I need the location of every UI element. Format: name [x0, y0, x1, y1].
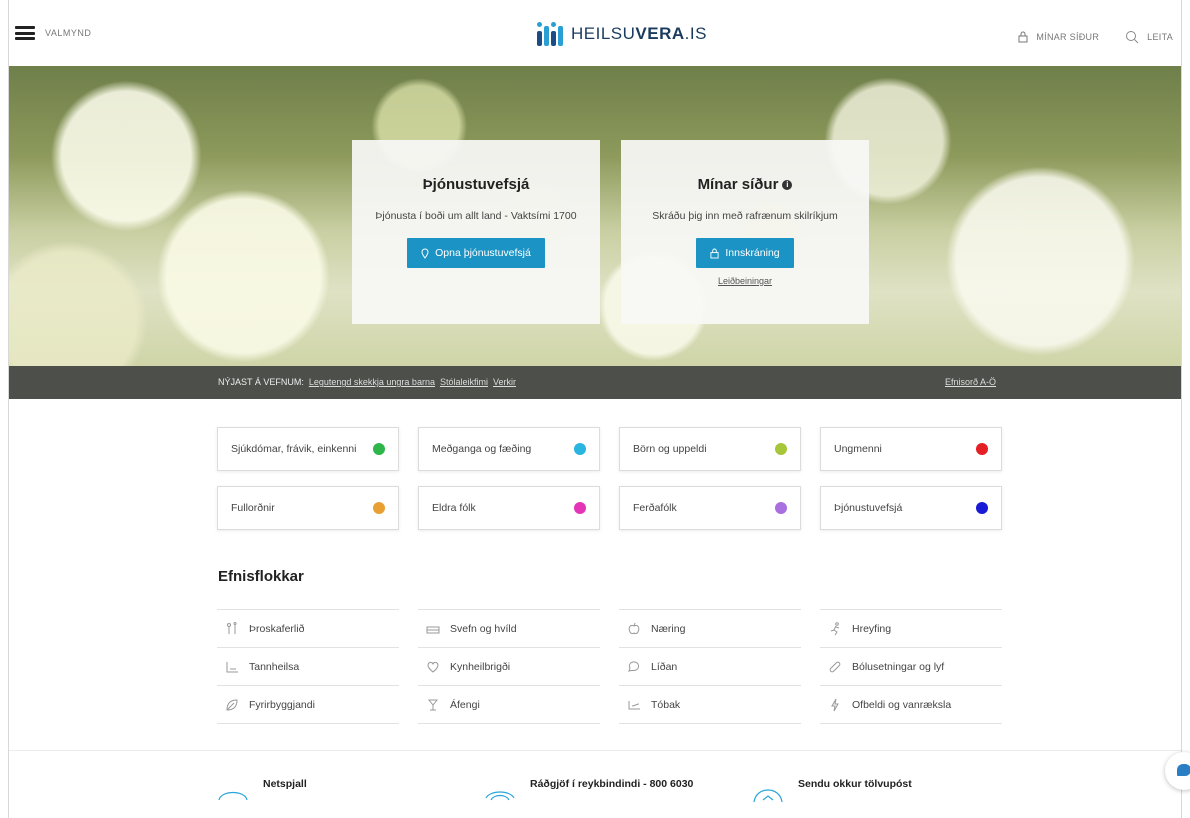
category-dot: [574, 502, 586, 514]
category-children[interactable]: Börn og uppeldi: [619, 427, 801, 471]
topic-alcohol[interactable]: Áfengi: [418, 685, 600, 724]
topic-sexual-health[interactable]: Kynheilbrigði: [418, 647, 600, 685]
news-link-pain[interactable]: Verkir: [493, 377, 516, 387]
category-dot: [373, 443, 385, 455]
topic-dental[interactable]: Tannheilsa: [217, 647, 399, 685]
email-icon: [753, 789, 783, 802]
instructions-link[interactable]: Leiðbeiningar: [621, 276, 869, 286]
glass-icon: [427, 699, 439, 710]
news-bar: NÝJAST Á VEFNUM: Legutengd skekkja ungra…: [9, 366, 1181, 399]
service-map-title: Þjónustuvefsjá: [422, 176, 530, 193]
lock-icon: [1018, 31, 1028, 43]
news-label: NÝJAST Á VEFNUM:: [218, 377, 304, 387]
category-dot: [775, 443, 787, 455]
category-dot: [976, 502, 988, 514]
category-dot: [574, 443, 586, 455]
cigarette-icon: [628, 700, 640, 709]
login-button[interactable]: Innskráning: [696, 238, 794, 268]
category-dot: [775, 502, 787, 514]
menu-button[interactable]: VALMYND: [15, 26, 91, 40]
category-service-map[interactable]: Þjónustuvefsjá: [820, 486, 1002, 530]
topic-exercise[interactable]: Hreyfing: [820, 609, 1002, 647]
my-pages-card: Mínar síður i Skráðu þig inn með rafrænum…: [621, 140, 869, 324]
page-frame-right: [1181, 0, 1190, 818]
category-diseases[interactable]: Sjúkdómar, frávik, einkenni: [217, 427, 399, 471]
contact-email[interactable]: Sendu okkur tölvupóst: [752, 778, 912, 802]
contact-smoking-hotline-label: Ráðgjöf í reykbindindi - 800 6030: [530, 778, 694, 790]
category-dot: [373, 502, 385, 514]
category-grid: Sjúkdómar, frávik, einkenni Meðganga og …: [217, 427, 1003, 530]
heart-icon: [427, 661, 439, 673]
logo-text: HEILSUVERA.IS: [571, 24, 707, 43]
category-elderly[interactable]: Eldra fólk: [418, 486, 600, 530]
lock-icon: [710, 248, 719, 258]
topic-development[interactable]: Þroskaferlið: [217, 609, 399, 647]
info-icon[interactable]: i: [782, 180, 793, 191]
chat-widget-button[interactable]: [1165, 752, 1190, 790]
contact-email-label: Sendu okkur tölvupóst: [798, 778, 912, 790]
lightning-icon: [831, 698, 839, 711]
topic-tobacco[interactable]: Tóbak: [619, 685, 801, 724]
category-youth[interactable]: Ungmenni: [820, 427, 1002, 471]
leaf-icon: [226, 698, 238, 711]
pill-icon: [829, 661, 841, 672]
chat-bubble-icon: [1177, 764, 1190, 776]
topic-prevention[interactable]: Fyrirbyggjandi: [217, 685, 399, 724]
running-icon: [830, 621, 840, 635]
contact-chat-label: Netspjall: [263, 778, 307, 790]
search-link[interactable]: LEITA: [1125, 30, 1173, 44]
open-service-map-button[interactable]: Opna þjónustuvefsjá: [407, 238, 545, 268]
footer-divider: [9, 750, 1181, 751]
topics-list: Þroskaferlið Svefn og hvíld Næring Hreyf…: [217, 609, 1003, 724]
apple-icon: [628, 622, 640, 634]
chat-icon: [218, 791, 248, 801]
hero-banner: Þjónustuvefsjá Þjónusta í boði um allt l…: [9, 66, 1181, 366]
contact-smoking-hotline[interactable]: Ráðgjöf í reykbindindi - 800 6030: [484, 778, 693, 802]
topic-violence[interactable]: Ofbeldi og vanræksla: [820, 685, 1002, 724]
bed-icon: [426, 626, 440, 633]
phone-icon: [485, 791, 515, 801]
service-map-text: Þjónusta í boði um allt land - Vaktsími …: [375, 210, 577, 222]
topics-a-z-link[interactable]: Efnisorð A-Ö: [945, 377, 996, 387]
site-header: VALMYND HEILSUVERA.IS MÍNAR SÍÐUR LEITA: [9, 0, 1181, 66]
speech-icon: [628, 660, 639, 672]
my-pages-link[interactable]: MÍNAR SÍÐUR: [1018, 31, 1099, 43]
search-icon: [1126, 31, 1139, 44]
category-travellers[interactable]: Ferðafólk: [619, 486, 801, 530]
topics-title: Efnisflokkar: [218, 568, 304, 585]
hamburger-icon: [15, 26, 35, 40]
growth-icon: [227, 621, 237, 634]
service-map-card: Þjónustuvefsjá Þjónusta í boði um allt l…: [352, 140, 600, 324]
tooth-icon: [226, 661, 238, 672]
category-adults[interactable]: Fullorðnir: [217, 486, 399, 530]
news-link-plagiocephaly[interactable]: Legutengd skekkja ungra barna: [309, 377, 435, 387]
category-pregnancy[interactable]: Meðganga og fæðing: [418, 427, 600, 471]
topic-wellbeing[interactable]: Líðan: [619, 647, 801, 685]
menu-label: VALMYND: [45, 28, 92, 38]
my-pages-title: Mínar síður i: [621, 176, 869, 193]
logo-icon: [537, 22, 565, 46]
topic-vaccines[interactable]: Bólusetningar og lyf: [820, 647, 1002, 685]
topic-sleep[interactable]: Svefn og hvíld: [418, 609, 600, 647]
page-frame-left: [0, 0, 9, 818]
topic-nutrition[interactable]: Næring: [619, 609, 801, 647]
my-pages-label: MÍNAR SÍÐUR: [1036, 32, 1100, 42]
search-label: LEITA: [1147, 32, 1173, 42]
location-pin-icon: [421, 247, 429, 259]
site-logo[interactable]: HEILSUVERA.IS: [537, 22, 707, 46]
my-pages-text: Skráðu þig inn með rafrænum skilríkjum: [652, 210, 838, 222]
category-dot: [976, 443, 988, 455]
news-link-chair-exercise[interactable]: Stólaleikfimi: [440, 377, 488, 387]
contact-chat[interactable]: Netspjall: [217, 778, 307, 802]
